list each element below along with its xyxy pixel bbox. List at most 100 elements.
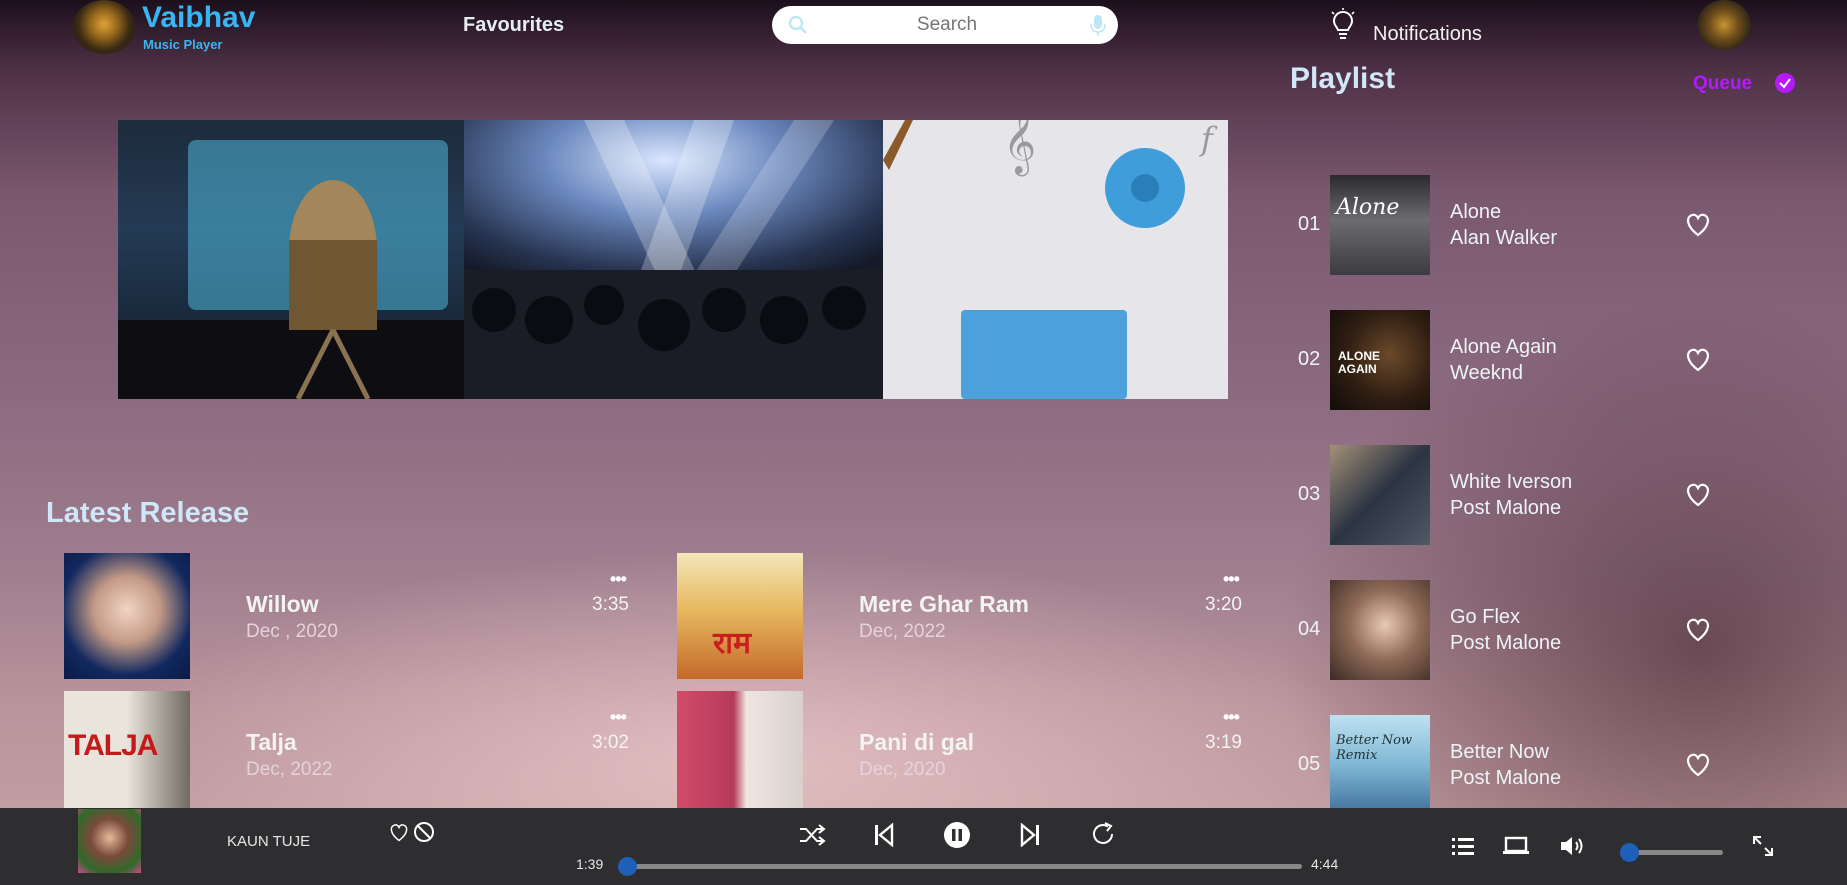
playlist-item[interactable]: 05 Better Now Remix Better Now Post Malo… [1290, 715, 1730, 815]
track-title: White Iverson [1450, 471, 1573, 493]
release-cover [677, 691, 803, 808]
search-input[interactable] [822, 10, 1072, 40]
track-cover: ALONE AGAIN [1330, 310, 1430, 410]
pause-icon[interactable] [943, 821, 971, 849]
nav-favourites[interactable]: Favourites [463, 14, 564, 37]
now-playing-cover [78, 809, 141, 873]
seek-handle[interactable] [618, 857, 637, 876]
track-number: 05 [1298, 753, 1321, 775]
block-icon[interactable] [413, 821, 435, 843]
playlist-item[interactable]: 01 Alone Alone Alan Walker [1290, 175, 1730, 275]
total-time: 4:44 [1311, 856, 1339, 872]
release-card[interactable]: राम Mere Ghar Ram Dec, 2022 ••• 3:20 [677, 553, 1267, 679]
more-options-icon[interactable]: ••• [610, 569, 627, 590]
brand-title: Vaibhav [142, 1, 256, 34]
release-title: Pani di gal [859, 729, 975, 755]
release-cover: राम [677, 553, 803, 679]
release-duration: 3:02 [592, 732, 629, 753]
track-artist: Weeknd [1450, 362, 1524, 384]
logo-image[interactable] [73, 0, 135, 54]
volume-slider[interactable] [1627, 850, 1723, 855]
release-card[interactable]: Pani di gal Dec, 2020 ••• 3:19 [677, 691, 1267, 808]
now-playing-title: KAUN TUJE [227, 833, 311, 850]
release-date: Dec, 2020 [859, 759, 946, 780]
hero-image-microphone [118, 120, 464, 399]
fullscreen-icon[interactable] [1752, 835, 1774, 857]
laptop-icon[interactable] [1503, 836, 1529, 856]
cover-text: TALJA [68, 729, 158, 762]
list-icon[interactable] [1452, 836, 1474, 856]
playlist-title: Playlist [1290, 62, 1396, 95]
seek-bar[interactable] [626, 864, 1302, 869]
track-cover: Better Now Remix [1330, 715, 1430, 815]
release-cover [64, 553, 190, 679]
release-duration: 3:19 [1205, 732, 1242, 753]
hero-image-music-desk: 𝄞 f [883, 120, 1228, 399]
heart-icon[interactable] [1684, 346, 1712, 372]
volume-icon[interactable] [1559, 834, 1587, 858]
release-card[interactable]: Willow Dec , 2020 ••• 3:35 [64, 553, 654, 679]
release-title: Willow [246, 591, 319, 617]
release-card[interactable]: TALJA Talja Dec, 2022 ••• 3:02 [64, 691, 654, 808]
skip-previous-icon[interactable] [874, 823, 894, 847]
more-options-icon[interactable]: ••• [610, 707, 627, 728]
cover-text: Alone [1336, 195, 1400, 220]
cover-text: ALONE AGAIN [1338, 349, 1380, 376]
heart-icon[interactable] [1684, 616, 1712, 642]
track-title: Alone [1450, 201, 1502, 223]
track-cover [1330, 580, 1430, 680]
cover-text: Better Now Remix [1336, 733, 1413, 763]
hero-image-concert [464, 120, 883, 399]
playlist-item[interactable]: 02 ALONE AGAIN Alone Again Weeknd [1290, 310, 1730, 410]
heart-icon[interactable] [1684, 211, 1712, 237]
avatar[interactable] [1697, 0, 1751, 50]
notifications-link[interactable]: Notifications [1373, 23, 1482, 46]
release-cover: TALJA [64, 691, 190, 808]
search-bar[interactable] [772, 6, 1118, 44]
queue-button[interactable]: Queue [1693, 73, 1752, 95]
more-options-icon[interactable]: ••• [1223, 569, 1240, 590]
svg-text:f: f [1199, 120, 1218, 158]
track-number: 04 [1298, 618, 1321, 640]
track-cover [1330, 445, 1430, 545]
track-title: Go Flex [1450, 606, 1521, 628]
player-bar: KAUN TUJE 1:39 4:44 [0, 808, 1847, 885]
check-circle-icon[interactable] [1775, 73, 1795, 93]
heart-icon[interactable] [1684, 751, 1712, 777]
release-date: Dec, 2022 [246, 759, 333, 780]
repeat-icon[interactable] [1090, 821, 1116, 847]
playlist-item[interactable]: 03 White Iverson Post Malone [1290, 445, 1730, 545]
track-number: 01 [1298, 213, 1321, 235]
track-number: 02 [1298, 348, 1321, 370]
latest-release-title: Latest Release [46, 497, 250, 529]
track-title: Better Now [1450, 741, 1549, 763]
brand-subtitle: Music Player [143, 37, 223, 52]
track-title: Alone Again [1450, 336, 1557, 358]
mic-icon[interactable] [1090, 15, 1106, 37]
lightbulb-icon[interactable] [1330, 8, 1356, 42]
more-options-icon[interactable]: ••• [1223, 707, 1240, 728]
release-duration: 3:20 [1205, 594, 1242, 615]
track-number: 03 [1298, 483, 1321, 505]
heart-icon[interactable] [1684, 481, 1712, 507]
release-date: Dec , 2020 [246, 621, 338, 642]
hero-banner: 𝄞 f [118, 120, 1228, 399]
release-duration: 3:35 [592, 594, 629, 615]
search-icon [788, 15, 807, 34]
skip-next-icon[interactable] [1020, 823, 1040, 847]
volume-handle[interactable] [1620, 843, 1639, 862]
playlist-item[interactable]: 04 Go Flex Post Malone [1290, 580, 1730, 680]
track-cover: Alone [1330, 175, 1430, 275]
shuffle-icon[interactable] [798, 822, 826, 848]
track-artist: Post Malone [1450, 632, 1562, 654]
track-artist: Post Malone [1450, 497, 1562, 519]
svg-text:𝄞: 𝄞 [1003, 120, 1036, 176]
track-artist: Alan Walker [1450, 227, 1558, 249]
current-time: 1:39 [576, 856, 604, 872]
release-title: Talja [246, 729, 297, 755]
cover-text: राम [713, 627, 751, 660]
release-title: Mere Ghar Ram [859, 591, 1030, 617]
heart-icon[interactable] [388, 822, 410, 842]
track-artist: Post Malone [1450, 767, 1562, 789]
release-date: Dec, 2022 [859, 621, 946, 642]
